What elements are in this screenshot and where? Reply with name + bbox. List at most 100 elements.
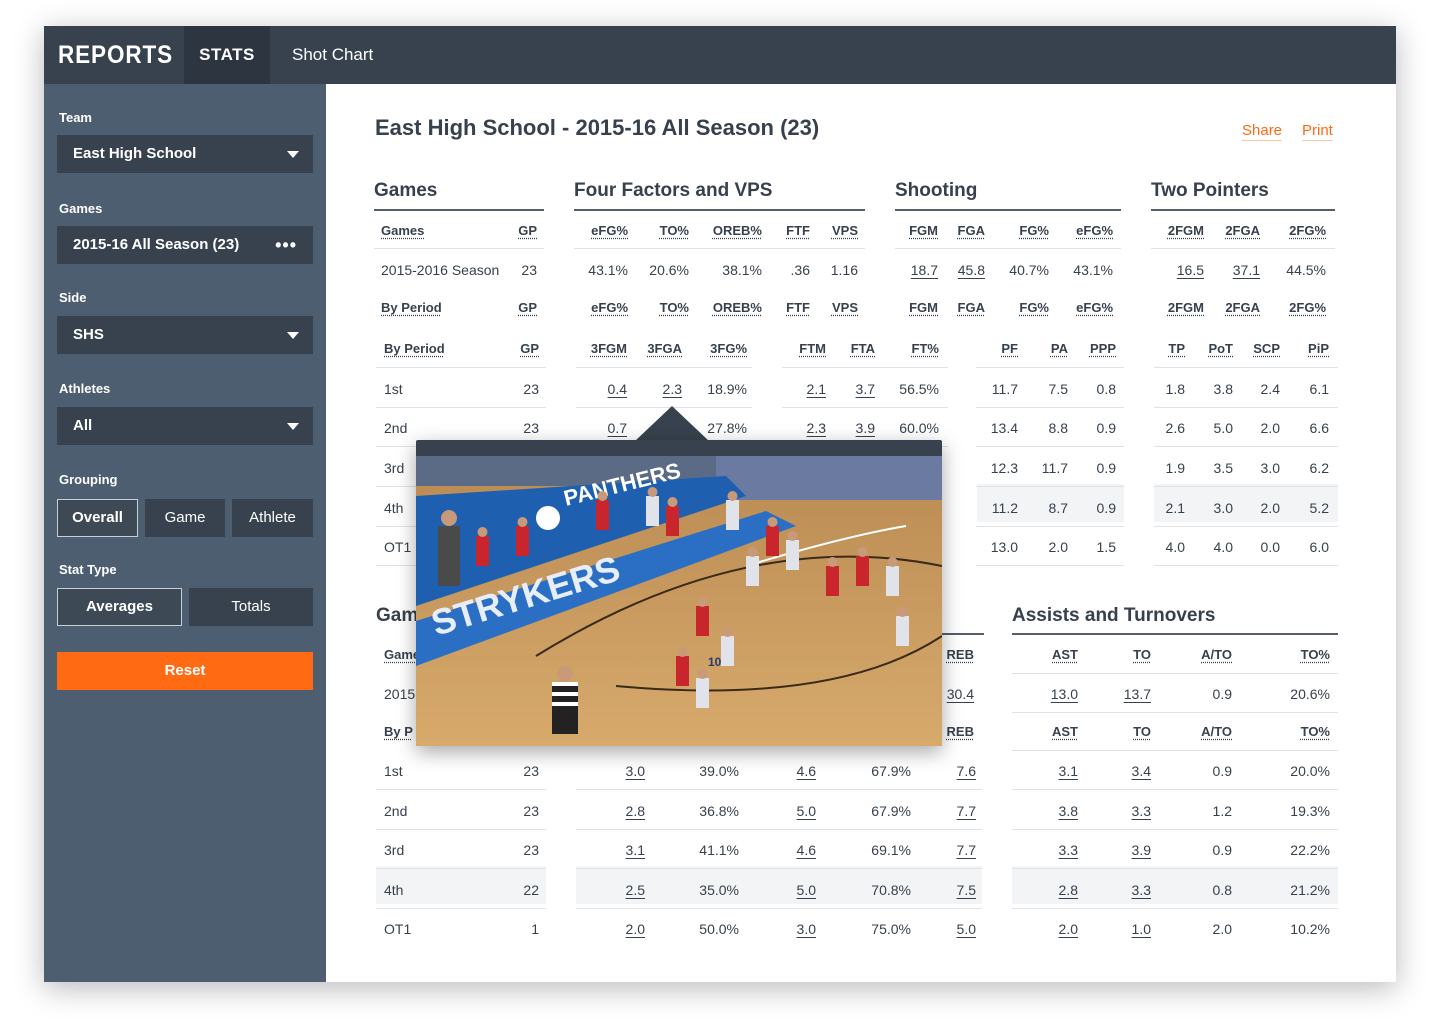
video-clip-player[interactable]: PANTHERS STRYKERS 10 — [416, 456, 942, 746]
column-header[interactable]: SCP — [1253, 341, 1280, 356]
column-header[interactable]: 2FG% — [1289, 223, 1326, 238]
column-header[interactable]: REB — [947, 724, 974, 739]
stat-type-totals-button[interactable]: Totals — [189, 588, 313, 626]
column-header[interactable]: FTF — [786, 300, 810, 315]
column-header[interactable]: FGM — [909, 223, 938, 238]
brand-logo[interactable]: REPORTS — [58, 26, 173, 84]
games-select[interactable]: 2015-16 All Season (23) ••• — [57, 226, 313, 264]
column-header[interactable]: A/TO — [1201, 724, 1232, 739]
share-link[interactable]: Share — [1242, 122, 1283, 141]
column-header[interactable]: AST — [1052, 647, 1078, 662]
period-cell[interactable]: 3.7 — [856, 381, 875, 397]
period-cell[interactable]: 3.3 — [1059, 842, 1078, 858]
season-row-cell[interactable]: 13.7 — [1124, 686, 1151, 702]
column-header[interactable]: TO% — [660, 300, 689, 315]
column-header[interactable]: FT% — [912, 341, 939, 356]
period-cell[interactable]: 0.7 — [608, 420, 627, 436]
period-cell[interactable]: 2.3 — [807, 420, 826, 436]
side-select[interactable]: SHS — [57, 316, 313, 354]
column-header[interactable]: FG% — [1019, 300, 1049, 315]
grouping-overall-button[interactable]: Overall — [57, 499, 138, 537]
more-options-icon[interactable]: ••• — [275, 226, 297, 264]
period-cell[interactable]: 3.3 — [1132, 882, 1151, 898]
grouping-game-button[interactable]: Game — [145, 499, 225, 537]
column-header[interactable]: OREB% — [713, 300, 762, 315]
tab-shot-chart[interactable]: Shot Chart — [292, 26, 373, 84]
season-row-cell[interactable]: 16.5 — [1177, 262, 1204, 278]
period-cell[interactable]: 2.8 — [626, 803, 645, 819]
column-header[interactable]: TO — [1133, 724, 1151, 739]
period-cell[interactable]: 1.0 — [1132, 921, 1151, 937]
column-header[interactable]: eFG% — [591, 300, 628, 315]
column-header[interactable]: FG% — [1019, 223, 1049, 238]
season-row-cell[interactable]: 13.0 — [1051, 686, 1078, 702]
column-header[interactable]: TP — [1168, 341, 1185, 356]
column-header[interactable]: AST — [1052, 724, 1078, 739]
period-cell[interactable]: 2.8 — [1059, 882, 1078, 898]
column-header[interactable]: PoT — [1208, 341, 1233, 356]
reset-button[interactable]: Reset — [57, 652, 313, 690]
column-header[interactable]: TO — [1133, 647, 1151, 662]
column-header[interactable]: OREB% — [713, 223, 762, 238]
video-popup[interactable]: PANTHERS STRYKERS 10 — [416, 440, 942, 746]
period-cell[interactable]: 3.9 — [1132, 842, 1151, 858]
period-cell[interactable]: 3.0 — [797, 921, 816, 937]
tab-stats[interactable]: STATS — [184, 26, 270, 84]
column-header[interactable]: eFG% — [1076, 223, 1113, 238]
team-select[interactable]: East High School — [57, 135, 313, 173]
column-header[interactable]: GP — [518, 300, 537, 315]
period-cell[interactable]: 2.3 — [663, 381, 682, 397]
period-cell[interactable]: 4.6 — [797, 763, 816, 779]
column-header[interactable]: By Period — [384, 341, 445, 356]
column-header[interactable]: PPP — [1090, 341, 1116, 356]
column-header[interactable]: 2FGM — [1168, 300, 1204, 315]
period-cell[interactable]: 5.0 — [797, 803, 816, 819]
column-header[interactable]: Games — [381, 223, 424, 238]
column-header[interactable]: 2FGA — [1225, 300, 1260, 315]
column-header[interactable]: FTM — [799, 341, 826, 356]
column-header[interactable]: VPS — [832, 300, 858, 315]
column-header[interactable]: FGA — [958, 223, 985, 238]
column-header[interactable]: FGA — [958, 300, 985, 315]
period-cell[interactable]: 0.4 — [608, 381, 627, 397]
column-header[interactable]: 2FG% — [1289, 300, 1326, 315]
period-cell[interactable]: 4.6 — [797, 842, 816, 858]
column-header[interactable]: eFG% — [591, 223, 628, 238]
period-cell[interactable]: 3.8 — [1059, 803, 1078, 819]
column-header[interactable]: By P — [384, 724, 413, 739]
period-cell[interactable]: 7.5 — [957, 882, 976, 898]
column-header[interactable]: VPS — [832, 223, 858, 238]
season-row-cell[interactable]: 37.1 — [1233, 262, 1260, 278]
period-cell[interactable]: 3.0 — [626, 763, 645, 779]
column-header[interactable]: REB — [947, 647, 974, 662]
period-cell[interactable]: 7.7 — [957, 803, 976, 819]
column-header[interactable]: 2FGA — [1225, 223, 1260, 238]
column-header[interactable]: eFG% — [1076, 300, 1113, 315]
column-header[interactable]: FTA — [851, 341, 875, 356]
period-cell[interactable]: 7.6 — [957, 763, 976, 779]
column-header[interactable]: PF — [1001, 341, 1018, 356]
column-header[interactable]: PA — [1051, 341, 1068, 356]
period-cell[interactable]: 3.9 — [856, 420, 875, 436]
period-cell[interactable]: 5.0 — [797, 882, 816, 898]
season-row-cell[interactable]: 18.7 — [911, 262, 938, 278]
column-header[interactable]: By Period — [381, 300, 442, 315]
period-cell[interactable]: 3.3 — [1132, 803, 1151, 819]
period-cell[interactable]: 2.0 — [1059, 921, 1078, 937]
column-header[interactable]: GP — [520, 341, 539, 356]
column-header[interactable]: TO% — [660, 223, 689, 238]
column-header[interactable]: FTF — [786, 223, 810, 238]
column-header[interactable]: FGM — [909, 300, 938, 315]
period-cell[interactable]: 2.1 — [807, 381, 826, 397]
athletes-select[interactable]: All — [57, 407, 313, 445]
period-cell[interactable]: 7.7 — [957, 842, 976, 858]
column-header[interactable]: TO% — [1301, 724, 1330, 739]
period-cell[interactable]: 3.1 — [626, 842, 645, 858]
column-header[interactable]: PiP — [1308, 341, 1329, 356]
season-row-cell[interactable]: 45.8 — [958, 262, 985, 278]
column-header[interactable]: 3FGM — [591, 341, 627, 356]
grouping-athlete-button[interactable]: Athlete — [232, 499, 313, 537]
print-link[interactable]: Print — [1302, 122, 1333, 141]
column-header[interactable]: GP — [518, 223, 537, 238]
column-header[interactable]: A/TO — [1201, 647, 1232, 662]
